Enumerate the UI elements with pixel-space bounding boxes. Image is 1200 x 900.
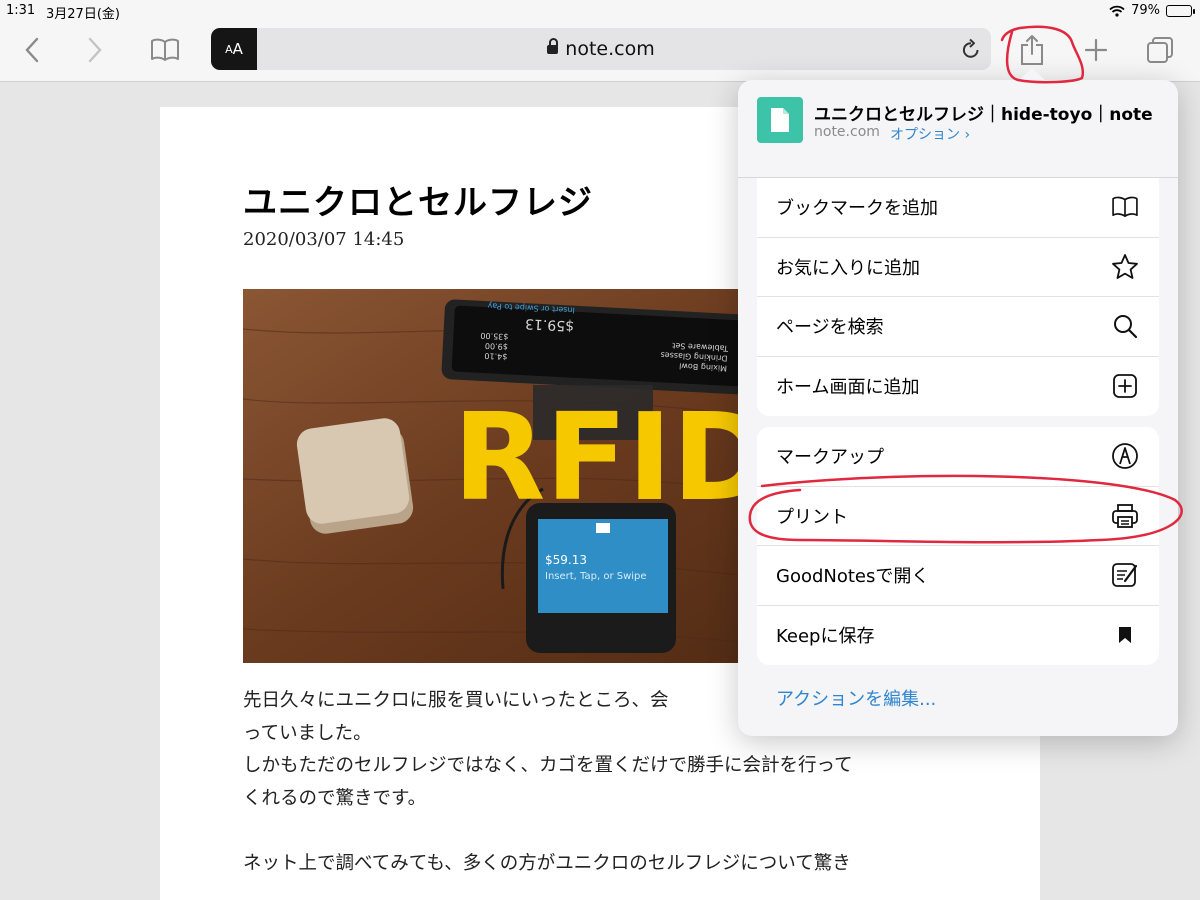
battery-icon: [1166, 4, 1195, 17]
book-icon: [151, 38, 179, 61]
goodnotes-icon: [1110, 560, 1140, 590]
browser-toolbar: AA note.com: [0, 24, 1200, 82]
action-label: お気に入りに追加: [776, 257, 920, 279]
hero-overlay-text: RFID: [453, 389, 772, 528]
plus-icon: [1084, 38, 1108, 62]
battery-percent: 79%: [1131, 3, 1160, 18]
share-actions-group-1: ブックマークを追加 お気に入りに追加 ページを検索 ホーム画面に追加: [757, 178, 1159, 416]
body-line-4: [243, 815, 963, 848]
site-icon: [757, 97, 803, 143]
find-on-page-action[interactable]: ページを検索: [757, 297, 1159, 357]
reload-icon: [962, 38, 979, 58]
body-line-5: ネット上で調べてみても、多くの方がユニクロのセルフレジについて驚き: [243, 852, 851, 874]
status-bar: 1:31 3月27日(金) 79%: [0, 0, 1200, 24]
book-icon: [1110, 192, 1140, 222]
wifi-icon: [1109, 5, 1125, 17]
wooden-blocks: [296, 418, 414, 534]
lock-icon: [547, 38, 559, 54]
share-page-title: ユニクロとセルフレジ｜hide-toyo｜note: [814, 105, 1153, 125]
add-to-home-screen-action[interactable]: ホーム画面に追加: [757, 357, 1159, 417]
status-time: 1:31: [6, 3, 36, 18]
star-icon: [1110, 252, 1140, 282]
body-line-3: くれるので驚きです。: [243, 787, 427, 809]
reader-price: $59.13: [545, 553, 587, 567]
back-button[interactable]: [12, 34, 52, 66]
document-icon: [771, 108, 789, 132]
share-options-link[interactable]: オプション ›: [890, 124, 970, 144]
tabs-icon: [1147, 37, 1173, 63]
tablet-price: $59.13: [525, 315, 575, 334]
address-bar[interactable]: AA note.com: [211, 28, 991, 70]
markup-pen-icon: [1110, 441, 1140, 471]
action-label: マークアップ: [776, 447, 884, 469]
add-favorite-action[interactable]: お気に入りに追加: [757, 238, 1159, 297]
open-in-goodnotes-action[interactable]: GoodNotesで開く: [757, 546, 1159, 606]
printer-icon: [1110, 501, 1140, 531]
action-label: ホーム画面に追加: [776, 377, 920, 399]
add-bookmark-action[interactable]: ブックマークを追加: [757, 178, 1159, 238]
save-to-keep-action[interactable]: Keepに保存: [757, 606, 1159, 666]
chevron-left-icon: [25, 37, 39, 63]
forward-button[interactable]: [75, 34, 115, 66]
edit-actions-link[interactable]: アクションを編集...: [776, 685, 936, 711]
status-right: 79%: [1109, 3, 1195, 18]
article-date: 2020/03/07 14:45: [243, 229, 405, 250]
chevron-right-icon: [88, 37, 102, 63]
article-title: ユニクロとセルフレジ: [243, 183, 593, 223]
tablet-item-price-0: $4.10: [484, 351, 507, 361]
share-domain: note.com: [814, 124, 880, 140]
body-line-2: しかもただのセルフレジではなく、カゴを置くだけで勝手に会計を行って: [243, 755, 853, 776]
tablet-item-price-2: $35.00: [480, 331, 508, 341]
reload-button[interactable]: [961, 38, 981, 64]
action-label: ブックマークを追加: [776, 198, 938, 220]
status-date: 3月27日(金): [46, 7, 120, 22]
url-display[interactable]: note.com: [211, 38, 991, 60]
action-label: プリント: [776, 506, 848, 528]
tablet-item-price-1: $9.00: [485, 341, 508, 351]
bookmark-flag-icon: [1110, 620, 1140, 650]
magnifier-icon: [1110, 311, 1140, 341]
share-sheet: ユニクロとセルフレジ｜hide-toyo｜note note.com オプション…: [738, 80, 1178, 736]
url-text: note.com: [565, 38, 655, 60]
tabs-overview-button[interactable]: [1140, 34, 1180, 66]
markup-action[interactable]: マークアップ: [757, 427, 1159, 487]
action-label: Keepに保存: [776, 626, 875, 648]
plus-square-icon: [1110, 371, 1140, 401]
share-button[interactable]: [1012, 34, 1052, 66]
new-tab-button[interactable]: [1076, 34, 1116, 66]
action-label: ページを検索: [776, 317, 884, 339]
action-label: GoodNotesで開く: [776, 566, 930, 588]
share-actions-group-2: マークアップ プリント GoodNotesで開く Keepに保存: [757, 427, 1159, 665]
reader-prompt: Insert, Tap, or Swipe: [545, 571, 647, 582]
bookmarks-button[interactable]: [145, 34, 185, 66]
share-icon: [1021, 35, 1043, 65]
print-action[interactable]: プリント: [757, 487, 1159, 546]
share-sheet-header: ユニクロとセルフレジ｜hide-toyo｜note note.com オプション…: [738, 80, 1178, 178]
